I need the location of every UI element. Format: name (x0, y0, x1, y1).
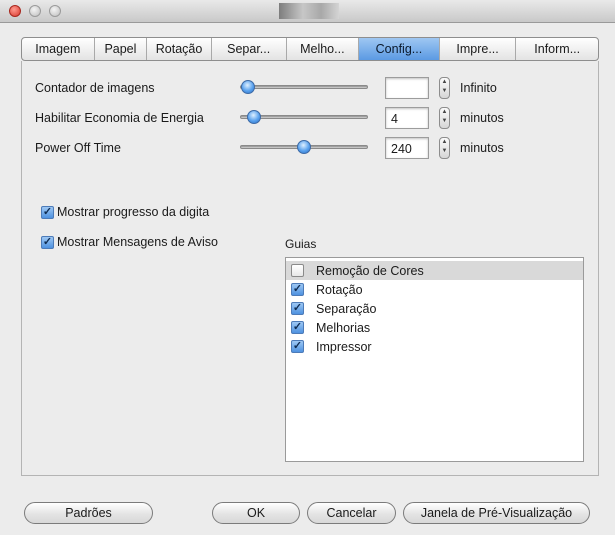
image-counter-slider[interactable] (240, 80, 368, 94)
energy-saving-label: Habilitar Economia de Energia (35, 111, 204, 125)
guia-item-melhorias[interactable]: ✓ Melhorias (286, 318, 583, 337)
window-title-graphic (279, 3, 339, 19)
show-progress-checkbox[interactable]: ✓ (41, 206, 54, 219)
guia-item-label: Rotação (316, 283, 363, 297)
guia-item-impressor[interactable]: ✓ Impressor (286, 337, 583, 356)
ok-button[interactable]: OK (212, 502, 300, 524)
energy-saving-stepper[interactable]: ▲ ▼ (439, 107, 450, 129)
guia-checkbox[interactable]: ✓ (291, 283, 304, 296)
show-progress-label: Mostrar progresso da digita (57, 205, 210, 219)
tab-melhorias[interactable]: Melho... (287, 38, 360, 60)
guia-item-label: Separação (316, 302, 377, 316)
image-counter-label: Contador de imagens (35, 81, 155, 95)
guia-item-rotacao[interactable]: ✓ Rotação (286, 280, 583, 299)
power-off-slider-knob[interactable] (297, 140, 311, 154)
defaults-button[interactable]: Padrões (24, 502, 153, 524)
guia-item-label: Impressor (316, 340, 372, 354)
guias-label: Guias (285, 237, 317, 251)
power-off-field[interactable]: 240 (385, 137, 429, 159)
energy-saving-unit: minutos (460, 111, 504, 125)
energy-saving-field[interactable]: 4 (385, 107, 429, 129)
guia-checkbox[interactable]: ✓ (291, 302, 304, 315)
image-counter-field[interactable] (385, 77, 429, 99)
power-off-stepper[interactable]: ▲ ▼ (439, 137, 450, 159)
show-warnings-checkbox[interactable]: ✓ (41, 236, 54, 249)
tab-rotacao[interactable]: Rotação (147, 38, 212, 60)
guias-list[interactable]: ✓ Remoção de Cores ✓ Rotação ✓ Separação… (285, 257, 584, 462)
energy-saving-slider-knob[interactable] (247, 110, 261, 124)
image-counter-slider-knob[interactable] (241, 80, 255, 94)
window-titlebar[interactable] (0, 0, 615, 23)
zoom-window-icon[interactable] (49, 5, 61, 17)
guia-item-label: Remoção de Cores (316, 264, 424, 278)
minimize-window-icon[interactable] (29, 5, 41, 17)
tab-impressor[interactable]: Impre... (440, 38, 517, 60)
tab-informacoes[interactable]: Inform... (516, 38, 598, 60)
tab-separacao[interactable]: Separ... (212, 38, 287, 60)
guia-item-remocao-de-cores[interactable]: ✓ Remoção de Cores (286, 261, 583, 280)
tab-bar: Imagem Papel Rotação Separ... Melho... C… (21, 37, 599, 61)
guia-checkbox[interactable]: ✓ (291, 264, 304, 277)
tab-configuracao[interactable]: Config... (359, 38, 440, 60)
power-off-label: Power Off Time (35, 141, 121, 155)
image-counter-stepper[interactable]: ▲ ▼ (439, 77, 450, 99)
guia-checkbox[interactable]: ✓ (291, 321, 304, 334)
power-off-slider[interactable] (240, 140, 368, 154)
energy-saving-slider[interactable] (240, 110, 368, 124)
cancel-button[interactable]: Cancelar (307, 502, 396, 524)
power-off-unit: minutos (460, 141, 504, 155)
preview-window-button[interactable]: Janela de Pré-Visualização (403, 502, 590, 524)
guia-item-label: Melhorias (316, 321, 371, 335)
tab-imagem[interactable]: Imagem (22, 38, 95, 60)
show-warnings-label: Mostrar Mensagens de Aviso (57, 235, 218, 249)
image-counter-unit: Infinito (460, 81, 497, 95)
tab-papel[interactable]: Papel (95, 38, 148, 60)
guia-item-separacao[interactable]: ✓ Separação (286, 299, 583, 318)
close-window-icon[interactable] (9, 5, 21, 17)
guia-checkbox[interactable]: ✓ (291, 340, 304, 353)
